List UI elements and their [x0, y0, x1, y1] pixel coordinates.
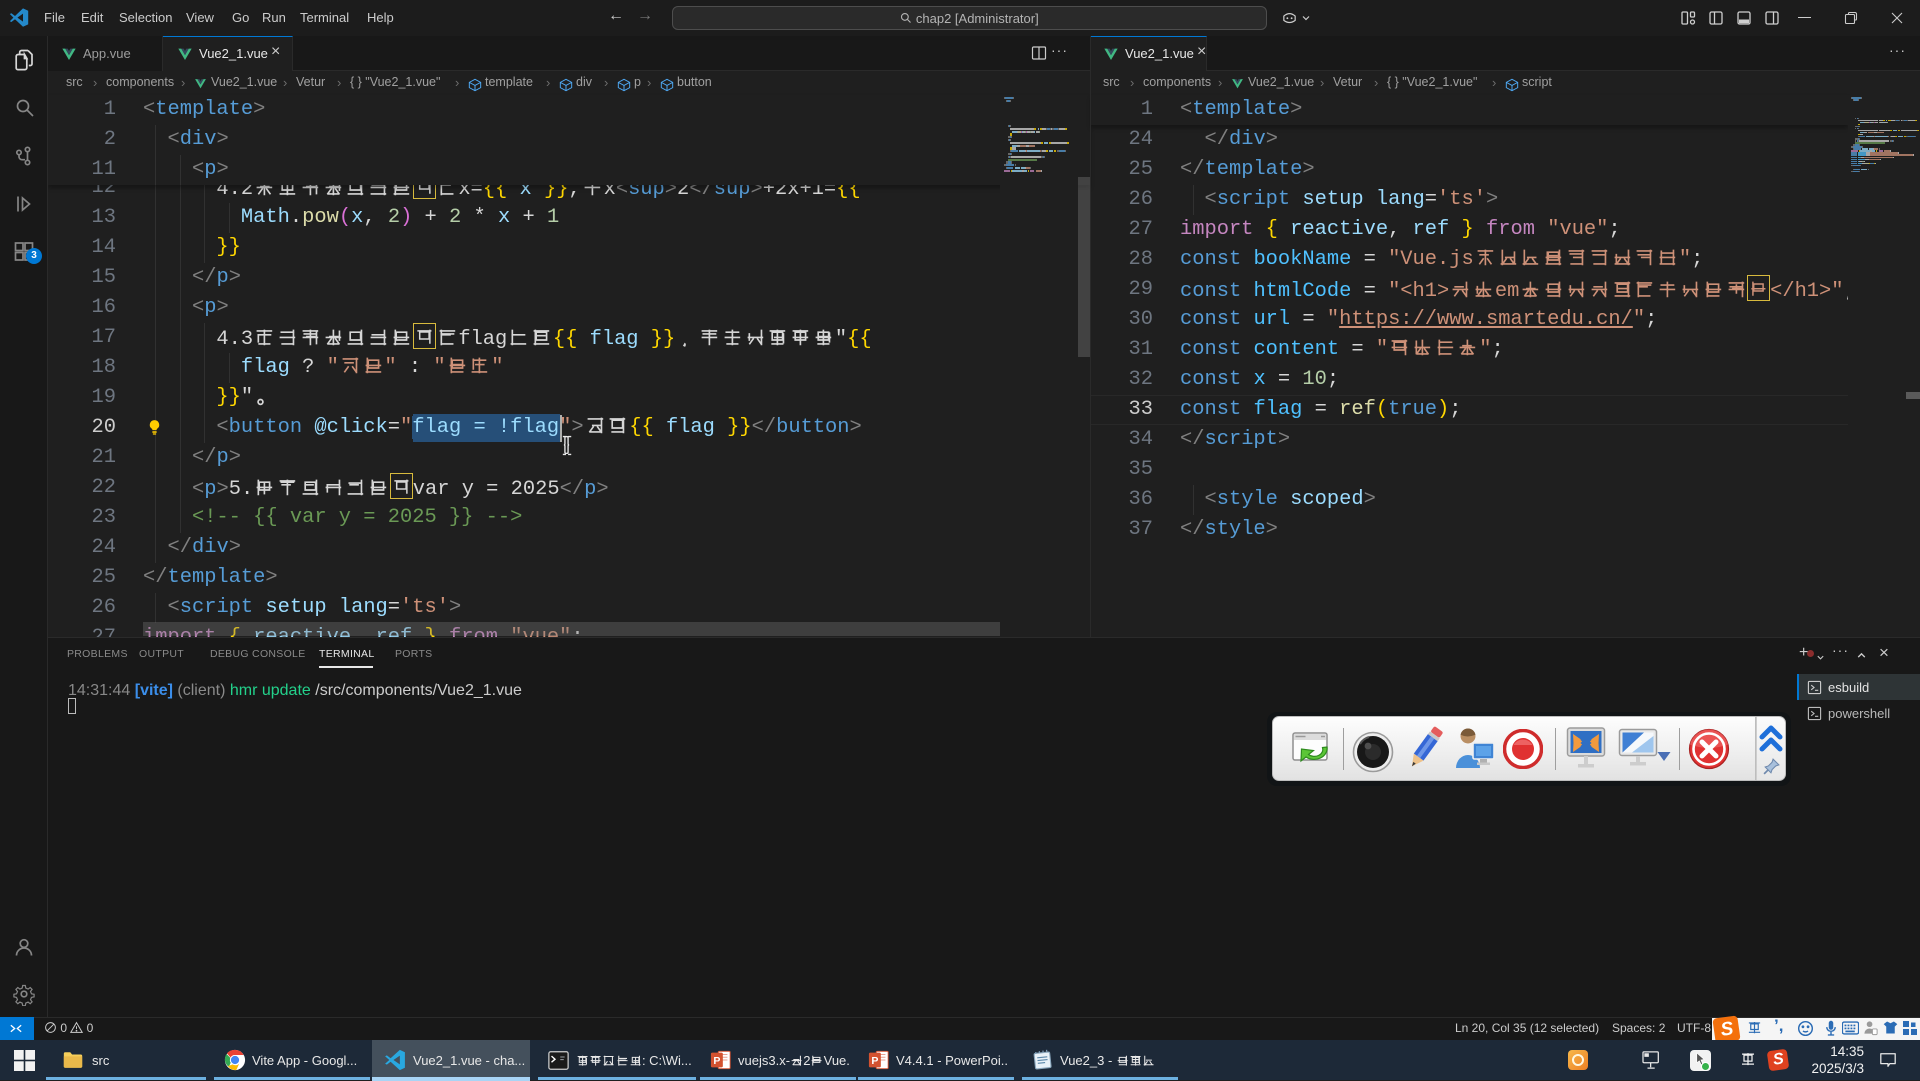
svg-text:P: P [871, 1055, 878, 1067]
svg-text:P: P [713, 1055, 720, 1067]
